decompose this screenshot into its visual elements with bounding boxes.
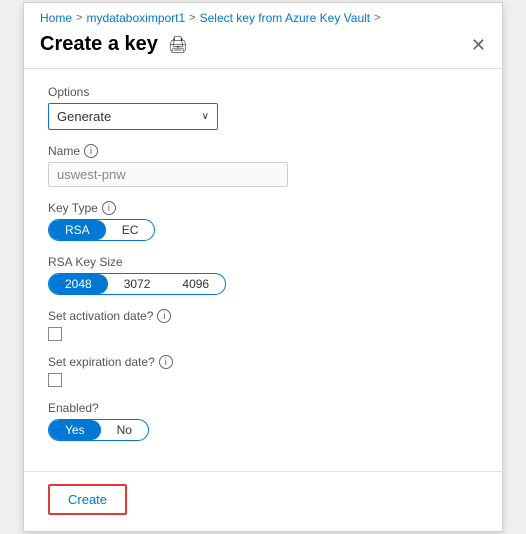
- breadcrumb: Home > mydataboximport1 > Select key fro…: [24, 3, 502, 29]
- rsa-key-size-label: RSA Key Size: [48, 255, 478, 269]
- page-title: Create a key: [40, 33, 158, 56]
- key-type-toggle: RSA EC: [48, 219, 155, 241]
- header-left: Create a key 🖨: [40, 33, 188, 56]
- name-input[interactable]: [48, 162, 288, 187]
- key-type-field: Key Type i RSA EC: [48, 201, 478, 241]
- breadcrumb-page[interactable]: Select key from Azure Key Vault: [200, 11, 371, 25]
- activation-info-icon[interactable]: i: [157, 309, 171, 323]
- size-2048[interactable]: 2048: [49, 274, 108, 294]
- key-type-ec[interactable]: EC: [106, 220, 155, 240]
- name-label: Name i: [48, 144, 478, 158]
- expiration-checkbox-wrapper: [48, 373, 478, 387]
- options-value: Generate: [57, 109, 111, 124]
- expiration-date-field: Set expiration date? i: [48, 355, 478, 387]
- name-field: Name i: [48, 144, 478, 187]
- expiration-info-icon[interactable]: i: [159, 355, 173, 369]
- form-footer: Create: [24, 471, 502, 531]
- enabled-label: Enabled?: [48, 401, 478, 415]
- expiration-date-label: Set expiration date? i: [48, 355, 478, 369]
- activation-date-label: Set activation date? i: [48, 309, 478, 323]
- breadcrumb-sep3: >: [374, 12, 380, 24]
- activation-date-field: Set activation date? i: [48, 309, 478, 341]
- form-content: Options Generate ∨ Name i Key Type i RSA: [24, 69, 502, 471]
- create-key-panel: Home > mydataboximport1 > Select key fro…: [23, 2, 503, 532]
- panel-header: Create a key 🖨 ✕: [24, 29, 502, 69]
- name-info-icon[interactable]: i: [84, 144, 98, 158]
- breadcrumb-home[interactable]: Home: [40, 11, 72, 25]
- key-type-info-icon[interactable]: i: [102, 201, 116, 215]
- options-field: Options Generate ∨: [48, 85, 478, 130]
- rsa-key-size-toggle: 2048 3072 4096: [48, 273, 226, 295]
- enabled-field: Enabled? Yes No: [48, 401, 478, 441]
- chevron-down-icon: ∨: [202, 111, 209, 122]
- activation-checkbox[interactable]: [48, 327, 62, 341]
- breadcrumb-sep2: >: [189, 12, 195, 24]
- breadcrumb-sep1: >: [76, 12, 82, 24]
- size-3072[interactable]: 3072: [108, 274, 167, 294]
- rsa-key-size-field: RSA Key Size 2048 3072 4096: [48, 255, 478, 295]
- create-button[interactable]: Create: [48, 484, 127, 515]
- breadcrumb-resource[interactable]: mydataboximport1: [86, 11, 185, 25]
- key-type-rsa[interactable]: RSA: [49, 220, 106, 240]
- activation-checkbox-wrapper: [48, 327, 478, 341]
- expiration-checkbox[interactable]: [48, 373, 62, 387]
- options-label: Options: [48, 85, 478, 99]
- enabled-toggle: Yes No: [48, 419, 149, 441]
- enabled-no[interactable]: No: [101, 420, 148, 440]
- options-dropdown[interactable]: Generate ∨: [48, 103, 218, 130]
- print-icon[interactable]: 🖨: [168, 35, 188, 55]
- key-type-label: Key Type i: [48, 201, 478, 215]
- enabled-yes[interactable]: Yes: [49, 420, 101, 440]
- size-4096[interactable]: 4096: [166, 274, 225, 294]
- close-icon[interactable]: ✕: [471, 36, 486, 54]
